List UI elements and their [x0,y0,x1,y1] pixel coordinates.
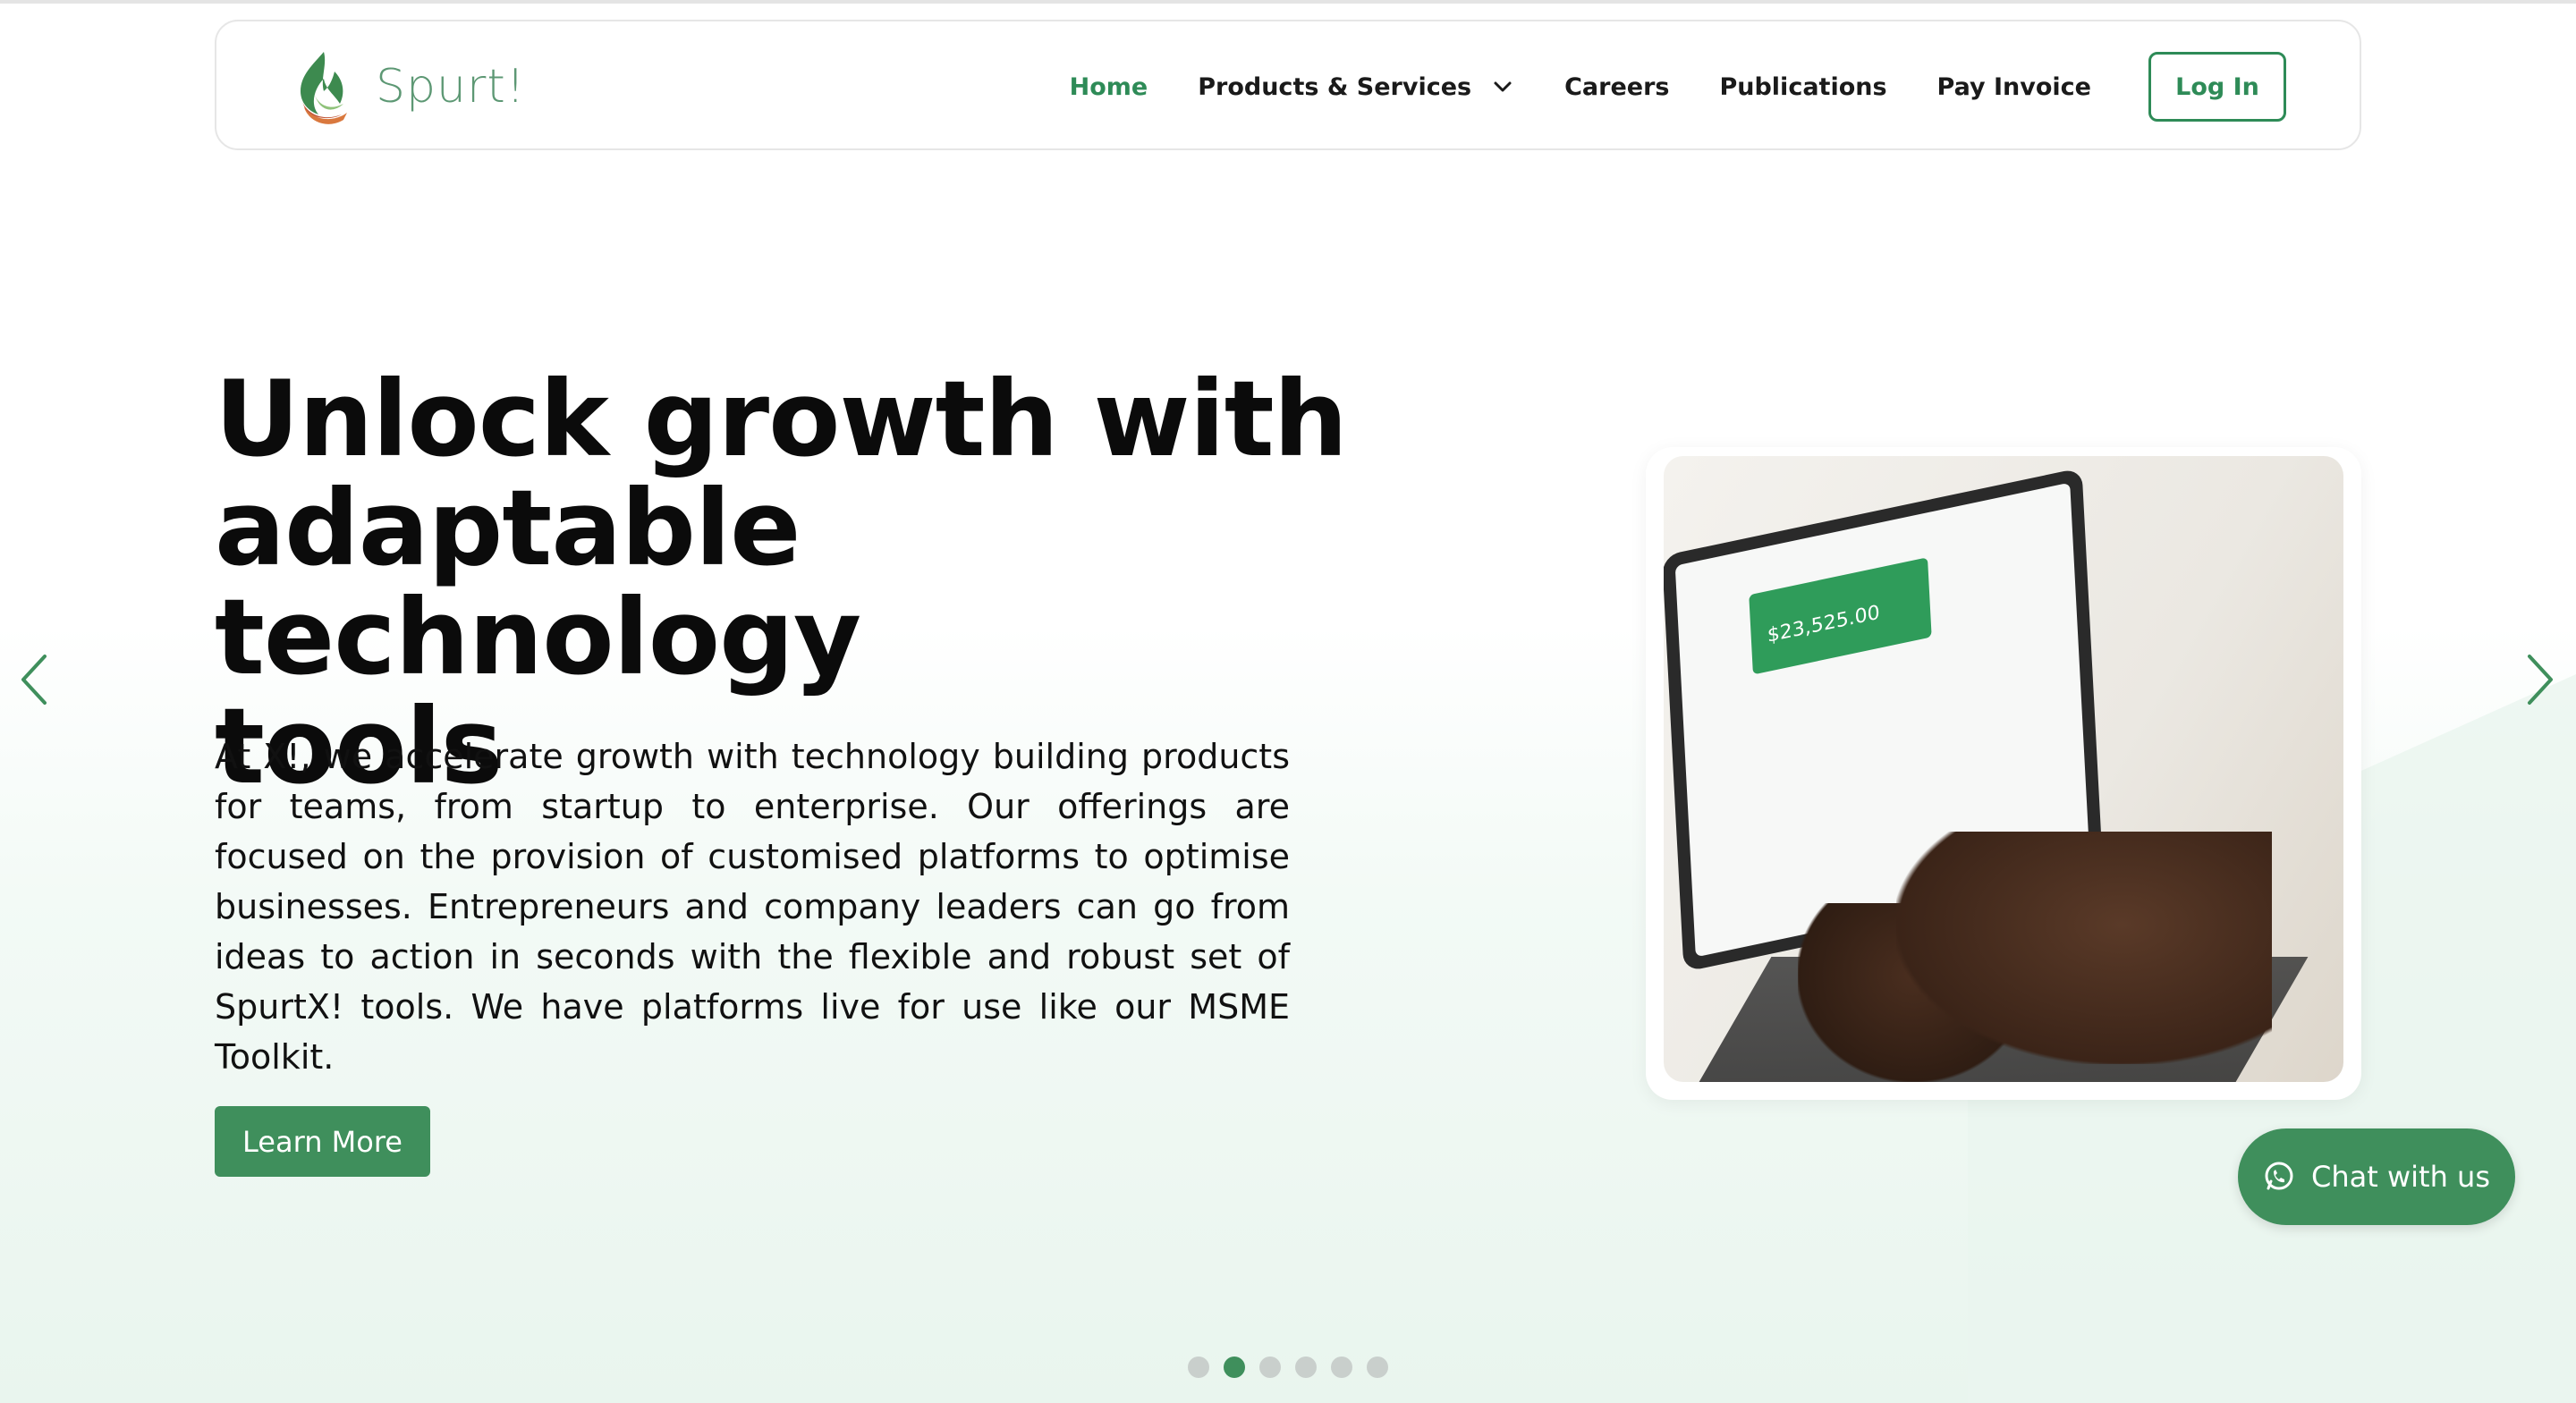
hand-right [1896,832,2272,1064]
carousel-dots [1188,1357,1402,1378]
nav-publications-label: Publications [1719,72,1887,101]
hero-description: At X!, we accelerate growth with technol… [215,737,1290,1077]
carousel-dot[interactable] [1295,1357,1317,1378]
carousel-dot[interactable] [1331,1357,1352,1378]
nav-careers-label: Careers [1564,72,1670,101]
carousel-dot[interactable] [1367,1357,1388,1378]
brand-logo[interactable]: Spurt! [288,48,526,125]
chevron-left-icon[interactable] [16,651,52,708]
hero-image-card: $23,525.00 [1646,447,2361,1100]
learn-more-button[interactable]: Learn More [215,1106,430,1177]
carousel-dot[interactable] [1188,1357,1209,1378]
chevron-down-icon [1494,81,1512,92]
chevron-right-icon[interactable] [2522,651,2558,708]
nav-publications[interactable]: Publications [1719,73,1886,101]
nav-home[interactable]: Home [1070,73,1148,101]
nav-products-services[interactable]: Products & Services [1198,73,1514,101]
top-border [0,0,2576,4]
chat-with-us-button[interactable]: Chat with us [2238,1128,2515,1225]
nav-pay-invoice[interactable]: Pay Invoice [1937,73,2091,101]
nav-home-label: Home [1069,72,1148,101]
nav-products-services-label: Products & Services [1198,72,1472,101]
login-button[interactable]: Log In [2148,52,2286,122]
header-navbar: Spurt! Home Products & Services Careers … [215,20,2361,150]
carousel-dot[interactable] [1259,1357,1281,1378]
dashboard-balance-card: $23,525.00 [1749,557,1932,675]
hero-title-line: Unlock growth with [215,358,1348,480]
brand-name: Spurt! [376,60,526,114]
chat-label: Chat with us [2311,1160,2490,1194]
spurt-flame-logo-icon [301,52,347,124]
hero-title-line: adaptable technology [215,467,861,698]
laptop-dashboard-photo: $23,525.00 [1664,456,2343,1082]
carousel-dot-active[interactable] [1224,1357,1245,1378]
whatsapp-icon [2265,1162,2293,1190]
page: Spurt! Home Products & Services Careers … [0,0,2576,1403]
nav-pay-invoice-label: Pay Invoice [1936,72,2091,101]
main-nav: Home Products & Services Careers Publica… [1020,21,2286,152]
nav-careers[interactable]: Careers [1564,73,1669,101]
